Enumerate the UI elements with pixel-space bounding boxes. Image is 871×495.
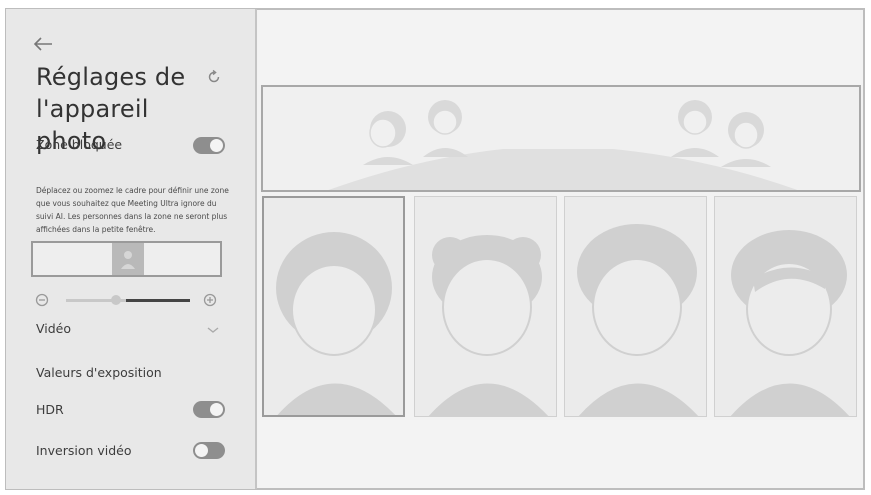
participant-tile[interactable] [564, 196, 707, 417]
toggle-knob [195, 444, 208, 457]
zoom-in-icon[interactable] [203, 293, 217, 307]
toggle-knob [210, 403, 223, 416]
chevron-down-icon[interactable] [206, 325, 220, 335]
reset-icon[interactable] [206, 69, 222, 85]
person-silhouette [276, 232, 396, 415]
camera-settings-panel: Réglages de l'appareil photo Zone bloqué… [6, 9, 257, 489]
blocked-zone-toggle[interactable] [193, 137, 225, 154]
zoom-slider-fill [126, 299, 190, 302]
person-silhouette [577, 224, 699, 416]
hdr-label: HDR [36, 402, 64, 417]
participant-tile[interactable] [262, 196, 405, 417]
blocked-zone-label: Zone bloquée [36, 137, 123, 152]
person-silhouette [730, 230, 850, 416]
blocked-zone-preview[interactable] [31, 241, 222, 277]
zoom-slider-thumb[interactable] [110, 295, 121, 305]
video-inversion-label: Inversion vidéo [36, 443, 132, 458]
zoom-out-icon[interactable] [35, 293, 49, 307]
main-bottom-area [258, 420, 863, 488]
blocked-zone-description: Déplacez ou zoomez le cadre pour définir… [36, 186, 229, 234]
blocked-zone-frame[interactable] [112, 243, 144, 275]
hdr-toggle[interactable] [193, 401, 225, 418]
participant-tile[interactable] [414, 196, 557, 417]
person-icon [121, 251, 135, 269]
arrow-left-icon[interactable] [32, 36, 54, 52]
toggle-knob [210, 139, 223, 152]
participant-tile[interactable] [714, 196, 857, 417]
exposure-label[interactable]: Valeurs d'exposition [36, 365, 162, 380]
main-top-area [258, 10, 863, 85]
video-label[interactable]: Vidéo [36, 321, 71, 336]
panorama-view [261, 85, 861, 192]
person-silhouette [428, 235, 549, 416]
video-inversion-toggle[interactable] [193, 442, 225, 459]
zoom-slider[interactable] [66, 295, 190, 305]
